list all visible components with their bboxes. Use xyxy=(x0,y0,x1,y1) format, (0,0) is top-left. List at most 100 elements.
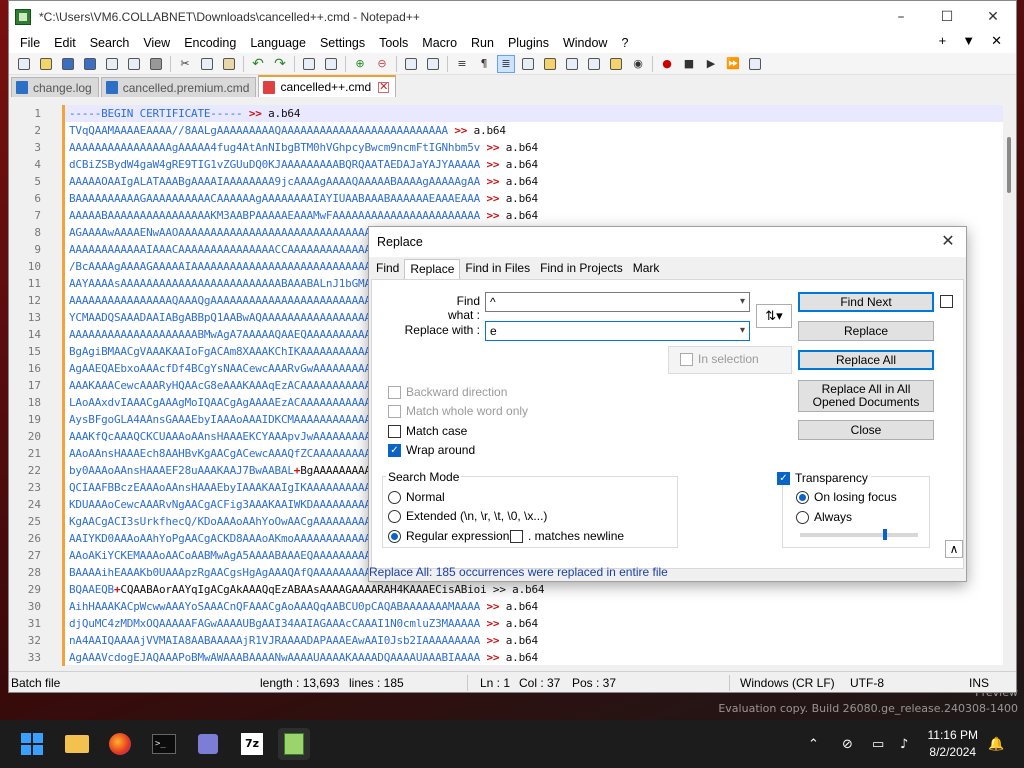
replace-with-input[interactable]: e ▾ xyxy=(485,321,750,341)
menu-settings[interactable]: Settings xyxy=(313,36,372,50)
tab-mark[interactable]: Mark xyxy=(628,259,665,279)
menu-encoding[interactable]: Encoding xyxy=(177,36,243,50)
on-losing-focus-radio[interactable]: On losing focus xyxy=(796,490,897,504)
editor-line[interactable]: 33 AgAAAVcdogEJAQAAAPoBMwAWAAABAAAANwAAAA… xyxy=(9,649,1005,666)
start-button[interactable] xyxy=(16,728,48,760)
tab-replace[interactable]: Replace xyxy=(404,259,461,279)
menu-edit[interactable]: Edit xyxy=(47,36,83,50)
find-next-button[interactable]: Find Next xyxy=(798,292,934,312)
mode-extended-radio[interactable]: Extended (\n, \r, \t, \0, \x...) xyxy=(388,509,547,523)
find-icon[interactable] xyxy=(300,55,318,73)
replace-icon[interactable] xyxy=(322,55,340,73)
doc-map-icon[interactable] xyxy=(541,55,559,73)
replace-button[interactable]: Replace xyxy=(798,321,934,341)
editor-line[interactable]: 5 AAAAAOAAIgALATAAABgAAAAIAAAAAAAA9jcAAAA… xyxy=(9,173,1005,190)
terminal-icon[interactable]: >_ xyxy=(148,728,180,760)
7zip-icon[interactable]: 7z xyxy=(236,728,268,760)
cut-icon[interactable]: ✂ xyxy=(176,55,194,73)
network-off-icon[interactable]: ⊘ xyxy=(842,720,853,768)
new-file-icon[interactable] xyxy=(15,55,33,73)
function-list-icon[interactable] xyxy=(585,55,603,73)
menu-help[interactable]: ? xyxy=(614,36,635,50)
file-explorer-icon[interactable] xyxy=(61,728,93,760)
mode-normal-radio[interactable]: Normal xyxy=(388,490,445,504)
open-file-icon[interactable] xyxy=(37,55,55,73)
menu-macro[interactable]: Macro xyxy=(415,36,464,50)
slider-knob[interactable] xyxy=(883,529,887,540)
scrollbar-thumb[interactable] xyxy=(1007,137,1011,193)
chevron-down-icon[interactable]: ▾ xyxy=(740,293,745,311)
editor-line[interactable]: 29 BQAAEQB+CQAABAorAAYqIgACgAkAAAQqEzABAA… xyxy=(9,581,1005,598)
find-what-input[interactable]: ^ ▾ xyxy=(485,292,750,312)
monitoring-icon[interactable]: ◉ xyxy=(629,55,647,73)
print-icon[interactable] xyxy=(147,55,165,73)
play-macro-icon[interactable]: ▶ xyxy=(702,55,720,73)
editor-line[interactable]: 1 -----BEGIN CERTIFICATE----- >> a.b64 xyxy=(9,105,1005,122)
stop-macro-icon[interactable]: ■ xyxy=(680,55,698,73)
tab-find-in-projects[interactable]: Find in Projects xyxy=(535,259,628,279)
editor-line[interactable]: 7 AAAAABAAAAAAAAAAAAAAAAKM3AABPAAAAAEAAAM… xyxy=(9,207,1005,224)
editor-line[interactable]: 6 BAAAAAAAAAAGAAAAAAAAAACAAAAAAgAAAAAAAAI… xyxy=(9,190,1005,207)
redo-icon[interactable]: ↷ xyxy=(271,55,289,73)
menu-search[interactable]: Search xyxy=(83,36,137,50)
backward-direction-checkbox[interactable]: Backward direction xyxy=(388,385,507,399)
show-all-chars-icon[interactable]: ¶ xyxy=(475,55,493,73)
dot-matches-newline-checkbox[interactable]: . matches newline xyxy=(510,529,624,543)
editor-line[interactable]: 32 nA4AAIQAAAAjVVMAIA8AABAAAAAjR1VJRAAAAD… xyxy=(9,632,1005,649)
dialog-close-icon[interactable]: ✕ xyxy=(938,232,958,252)
undo-icon[interactable]: ↶ xyxy=(249,55,267,73)
save-all-icon[interactable] xyxy=(81,55,99,73)
run-macro-multiple-icon[interactable]: ⏩ xyxy=(724,55,742,73)
collapse-dialog-icon[interactable]: ∧ xyxy=(945,540,963,558)
save-macro-icon[interactable] xyxy=(746,55,764,73)
editor-line[interactable]: 31 djQuMC4zMDMxOQAAAAAFAGwAAAAUBgAAI34AAI… xyxy=(9,615,1005,632)
tab-find-in-files[interactable]: Find in Files xyxy=(460,259,535,279)
floppy-app-icon[interactable] xyxy=(192,728,224,760)
mode-regex-radio[interactable]: Regular expression xyxy=(388,529,509,543)
tab-cancelled-premium[interactable]: cancelled.premium.cmd xyxy=(100,77,257,97)
editor-line[interactable]: 2 TVqQAAMAAAAEAAAA//8AALgAAAAAAAAAQAAAAAA… xyxy=(9,122,1005,139)
close-file-icon[interactable] xyxy=(103,55,121,73)
transparency-checkbox[interactable]: ✓ Transparency xyxy=(777,471,871,485)
paste-icon[interactable] xyxy=(220,55,238,73)
notification-bell-icon[interactable]: 🔔 xyxy=(988,720,1004,768)
notepadpp-taskbar-icon[interactable] xyxy=(278,728,310,760)
chevron-down-icon[interactable]: ▾ xyxy=(740,322,745,340)
menu-language[interactable]: Language xyxy=(243,36,313,50)
new-tab-button[interactable]: + xyxy=(931,33,955,49)
editor-line[interactable]: 4 dCBiZSBydW4gaW4gRE9TIG1vZGUuDQ0KJAAAAAA… xyxy=(9,156,1005,173)
always-radio[interactable]: Always xyxy=(796,510,852,524)
folder-workspace-icon[interactable] xyxy=(607,55,625,73)
close-all-icon[interactable] xyxy=(125,55,143,73)
sync-horizontal-icon[interactable] xyxy=(424,55,442,73)
firefox-icon[interactable] xyxy=(104,728,136,760)
checkbox-box[interactable] xyxy=(940,295,953,308)
tab-list-button[interactable]: ▼ xyxy=(954,33,983,49)
indent-guide-icon[interactable]: ≣ xyxy=(497,54,515,73)
in-selection-checkbox[interactable]: In selection xyxy=(680,352,759,366)
close-doc-button[interactable]: ✕ xyxy=(983,33,1010,49)
zoom-out-icon[interactable]: ⊖ xyxy=(373,55,391,73)
minimize-button[interactable]: – xyxy=(878,1,924,33)
find-next-options-checkbox[interactable] xyxy=(940,295,958,308)
maximize-button[interactable]: ☐ xyxy=(924,1,970,33)
tab-change-log[interactable]: change.log xyxy=(11,77,99,97)
sync-vertical-icon[interactable] xyxy=(402,55,420,73)
close-tab-icon[interactable]: ✕ xyxy=(378,81,390,93)
vertical-scrollbar[interactable] xyxy=(1003,105,1016,665)
copy-icon[interactable] xyxy=(198,55,216,73)
editor-line[interactable]: 3 AAAAAAAAAAAAAAAAgAAAAA4fug4AtAnNIbgBTM0… xyxy=(9,139,1005,156)
record-macro-icon[interactable]: ● xyxy=(658,55,676,73)
clock[interactable]: 11:16 PM 8/2/2024 xyxy=(928,727,978,761)
replace-all-button[interactable]: Replace All xyxy=(798,350,934,370)
whole-word-checkbox[interactable]: Match whole word only xyxy=(388,404,528,418)
menu-view[interactable]: View xyxy=(136,36,177,50)
display-icon[interactable]: ▭ xyxy=(872,720,884,768)
tray-chevron-up-icon[interactable]: ⌃ xyxy=(808,720,819,768)
menu-plugins[interactable]: Plugins xyxy=(501,36,556,50)
doc-list-icon[interactable] xyxy=(563,55,581,73)
editor-line[interactable]: 30 AihHAAAKACpWcwwAAAYoSAAACnQFAAACgAoAAA… xyxy=(9,598,1005,615)
tab-find[interactable]: Find xyxy=(371,259,404,279)
volume-icon[interactable]: ♪ xyxy=(900,720,908,768)
tab-cancelled-plusplus[interactable]: cancelled++.cmd ✕ xyxy=(258,75,397,97)
